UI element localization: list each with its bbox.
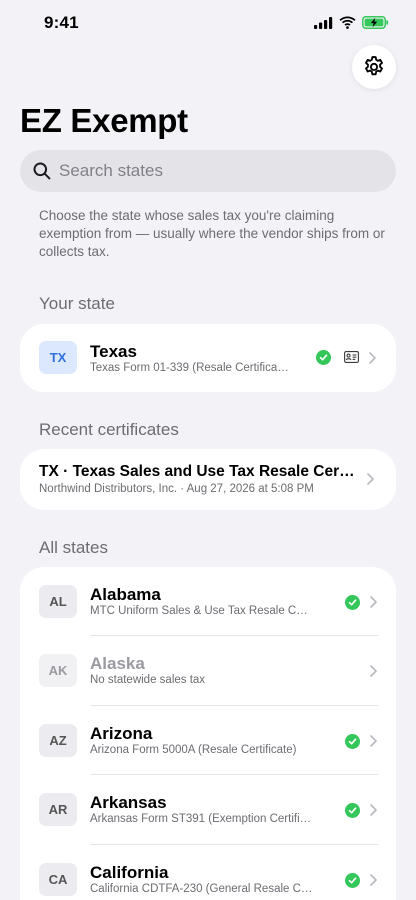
state-form: Arizona Form 5000A (Resale Certificate): [90, 744, 297, 756]
recent-certificate-subtitle: Northwind Distributors, Inc. · Aug 27, 2…: [39, 483, 314, 495]
recent-certificate-row[interactable]: TX · Texas Sales and Use Tax Resale Cert…: [20, 449, 396, 510]
your-state-row[interactable]: TX Texas Texas Form 01-339 (Resale Certi…: [20, 324, 396, 392]
chevron-right-icon: [370, 804, 377, 816]
all-states-list: AL Alabama MTC Uniform Sales & Use Tax R…: [20, 567, 396, 900]
state-name: Arizona: [90, 724, 153, 743]
state-name: Alabama: [90, 585, 161, 604]
verified-check-icon: [345, 803, 360, 818]
state-row-alaska[interactable]: AK Alaska No statewide sales tax: [20, 636, 396, 705]
recent-certificate-title: TX · Texas Sales and Use Tax Resale Cert…: [39, 463, 357, 480]
chevron-right-icon: [369, 352, 376, 364]
state-abbr-badge: TX: [39, 341, 77, 374]
section-header-all-states: All states: [39, 538, 108, 557]
state-form: California CDTFA-230 (General Resale Cer…: [90, 883, 314, 895]
id-card-icon[interactable]: [344, 351, 359, 363]
state-form: Arkansas Form ST391 (Exemption Certifica…: [90, 813, 314, 825]
wifi-icon: [339, 16, 356, 29]
cellular-signal-icon: [314, 16, 333, 29]
state-abbr-badge: AR: [39, 793, 77, 826]
gear-icon: [365, 56, 383, 76]
chevron-right-icon: [370, 874, 377, 886]
state-abbr-badge: AZ: [39, 724, 77, 757]
state-name: Texas: [90, 342, 137, 361]
state-form: MTC Uniform Sales & Use Tax Resale Certi…: [90, 605, 314, 617]
state-abbr-badge: AL: [39, 585, 77, 618]
search-icon: [33, 162, 51, 180]
state-row-arizona[interactable]: AZ Arizona Arizona Form 5000A (Resale Ce…: [20, 706, 396, 775]
chevron-right-icon: [370, 735, 377, 747]
status-bar: 9:41: [0, 0, 416, 48]
status-time: 9:41: [44, 13, 79, 32]
state-form: No statewide sales tax: [90, 674, 206, 686]
state-abbr-badge: CA: [39, 863, 77, 896]
verified-check-icon: [345, 873, 360, 888]
section-header-recent: Recent certificates: [39, 420, 179, 439]
search-input[interactable]: [59, 161, 359, 181]
chevron-right-icon: [370, 665, 377, 677]
state-row-alabama[interactable]: AL Alabama MTC Uniform Sales & Use Tax R…: [20, 567, 396, 636]
state-name: California: [90, 863, 169, 882]
verified-check-icon: [316, 350, 331, 365]
settings-button[interactable]: [352, 45, 396, 89]
verified-check-icon: [345, 595, 360, 610]
search-bar[interactable]: [20, 150, 396, 192]
state-name: Arkansas: [90, 793, 167, 812]
section-header-your-state: Your state: [39, 294, 115, 313]
app-title: EZ Exempt: [20, 102, 188, 139]
verified-check-icon: [345, 734, 360, 749]
state-form: Texas Form 01-339 (Resale Certificate): [90, 362, 290, 374]
chevron-right-icon: [370, 596, 377, 608]
battery-charging-icon: [362, 16, 389, 29]
state-name: Alaska: [90, 654, 145, 673]
chevron-right-icon: [367, 473, 374, 485]
app-screen: 9:41 EZ Exempt Search states Choose the …: [0, 0, 416, 900]
state-abbr-badge: AK: [39, 654, 77, 687]
status-icons: [314, 16, 389, 29]
helper-text: Choose the state whose sales tax you're …: [39, 208, 385, 259]
state-row-california[interactable]: CA California California CDTFA-230 (Gene…: [20, 845, 396, 900]
state-row-arkansas[interactable]: AR Arkansas Arkansas Form ST391 (Exempti…: [20, 775, 396, 844]
